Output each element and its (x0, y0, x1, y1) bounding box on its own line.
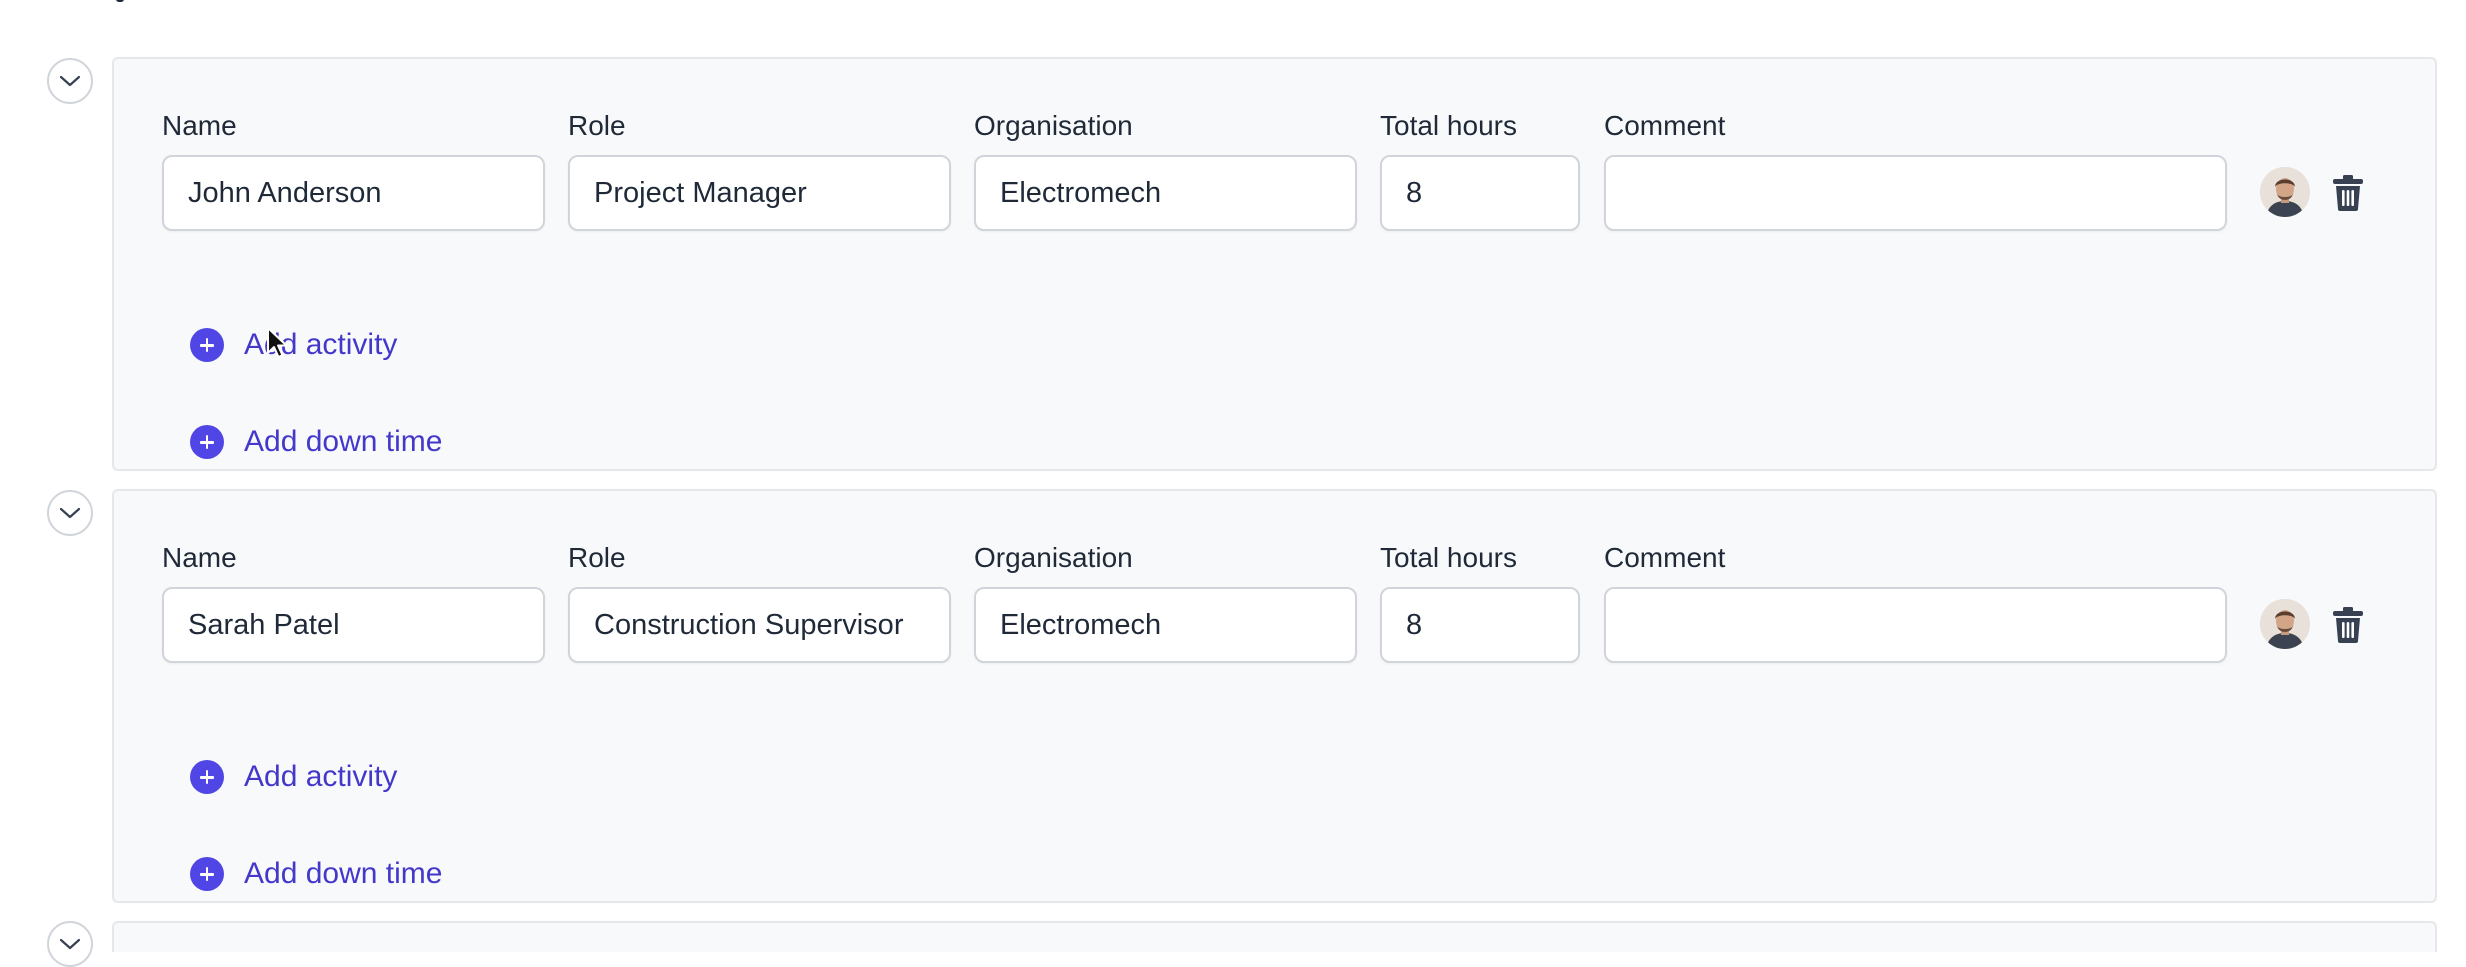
delete-entry-button[interactable] (2328, 171, 2368, 215)
organisation-input[interactable] (974, 155, 1357, 231)
collapse-toggle-button[interactable] (47, 490, 93, 536)
comment-label: Comment (1604, 110, 1726, 141)
add-activity-label: Add activity (244, 760, 398, 793)
plus-circle-icon (190, 857, 224, 891)
role-input[interactable] (568, 587, 951, 663)
add-down-time-button[interactable]: Add down time (190, 854, 442, 894)
name-label: Name (162, 110, 237, 141)
personnel-entry-card: Name Role Organisation Total hours Comme… (112, 489, 2437, 903)
add-down-time-label: Add down time (244, 425, 443, 458)
add-activity-button[interactable]: Add activity (190, 325, 397, 365)
mouse-cursor-icon (267, 327, 288, 358)
add-down-time-button[interactable]: Add down time (190, 422, 442, 462)
personnel-entry-card (112, 921, 2437, 952)
plus-circle-icon (190, 328, 224, 362)
total-hours-label: Total hours (1380, 542, 1517, 573)
plus-circle-icon (190, 425, 224, 459)
plus-circle-icon (190, 760, 224, 794)
organisation-input[interactable] (974, 587, 1357, 663)
organisation-label: Organisation (974, 542, 1133, 573)
total-hours-input[interactable] (1380, 155, 1580, 231)
delete-entry-button[interactable] (2328, 603, 2368, 647)
comment-input[interactable] (1604, 155, 2227, 231)
chevron-down-icon (59, 506, 81, 520)
name-label: Name (162, 542, 237, 573)
personnel-entry-card: Name Role Organisation Total hours Comme… (112, 57, 2437, 471)
role-input[interactable] (568, 155, 951, 231)
comment-input[interactable] (1604, 587, 2227, 663)
total-hours-input[interactable] (1380, 587, 1580, 663)
collapse-toggle-button[interactable] (47, 58, 93, 104)
chevron-down-icon (59, 937, 81, 951)
name-input[interactable] (162, 587, 545, 663)
total-hours-label: Total hours (1380, 110, 1517, 141)
collapse-toggle-button[interactable] (47, 921, 93, 967)
avatar[interactable] (2260, 599, 2310, 649)
role-label: Role (568, 110, 626, 141)
add-down-time-label: Add down time (244, 857, 443, 890)
trash-icon (2332, 174, 2364, 212)
avatar[interactable] (2260, 167, 2310, 217)
role-label: Role (568, 542, 626, 573)
organisation-label: Organisation (974, 110, 1133, 141)
comment-label: Comment (1604, 542, 1726, 573)
trash-icon (2332, 606, 2364, 644)
heading-fragment (116, 0, 124, 2)
name-input[interactable] (162, 155, 545, 231)
add-activity-button[interactable]: Add activity (190, 757, 397, 797)
chevron-down-icon (59, 74, 81, 88)
